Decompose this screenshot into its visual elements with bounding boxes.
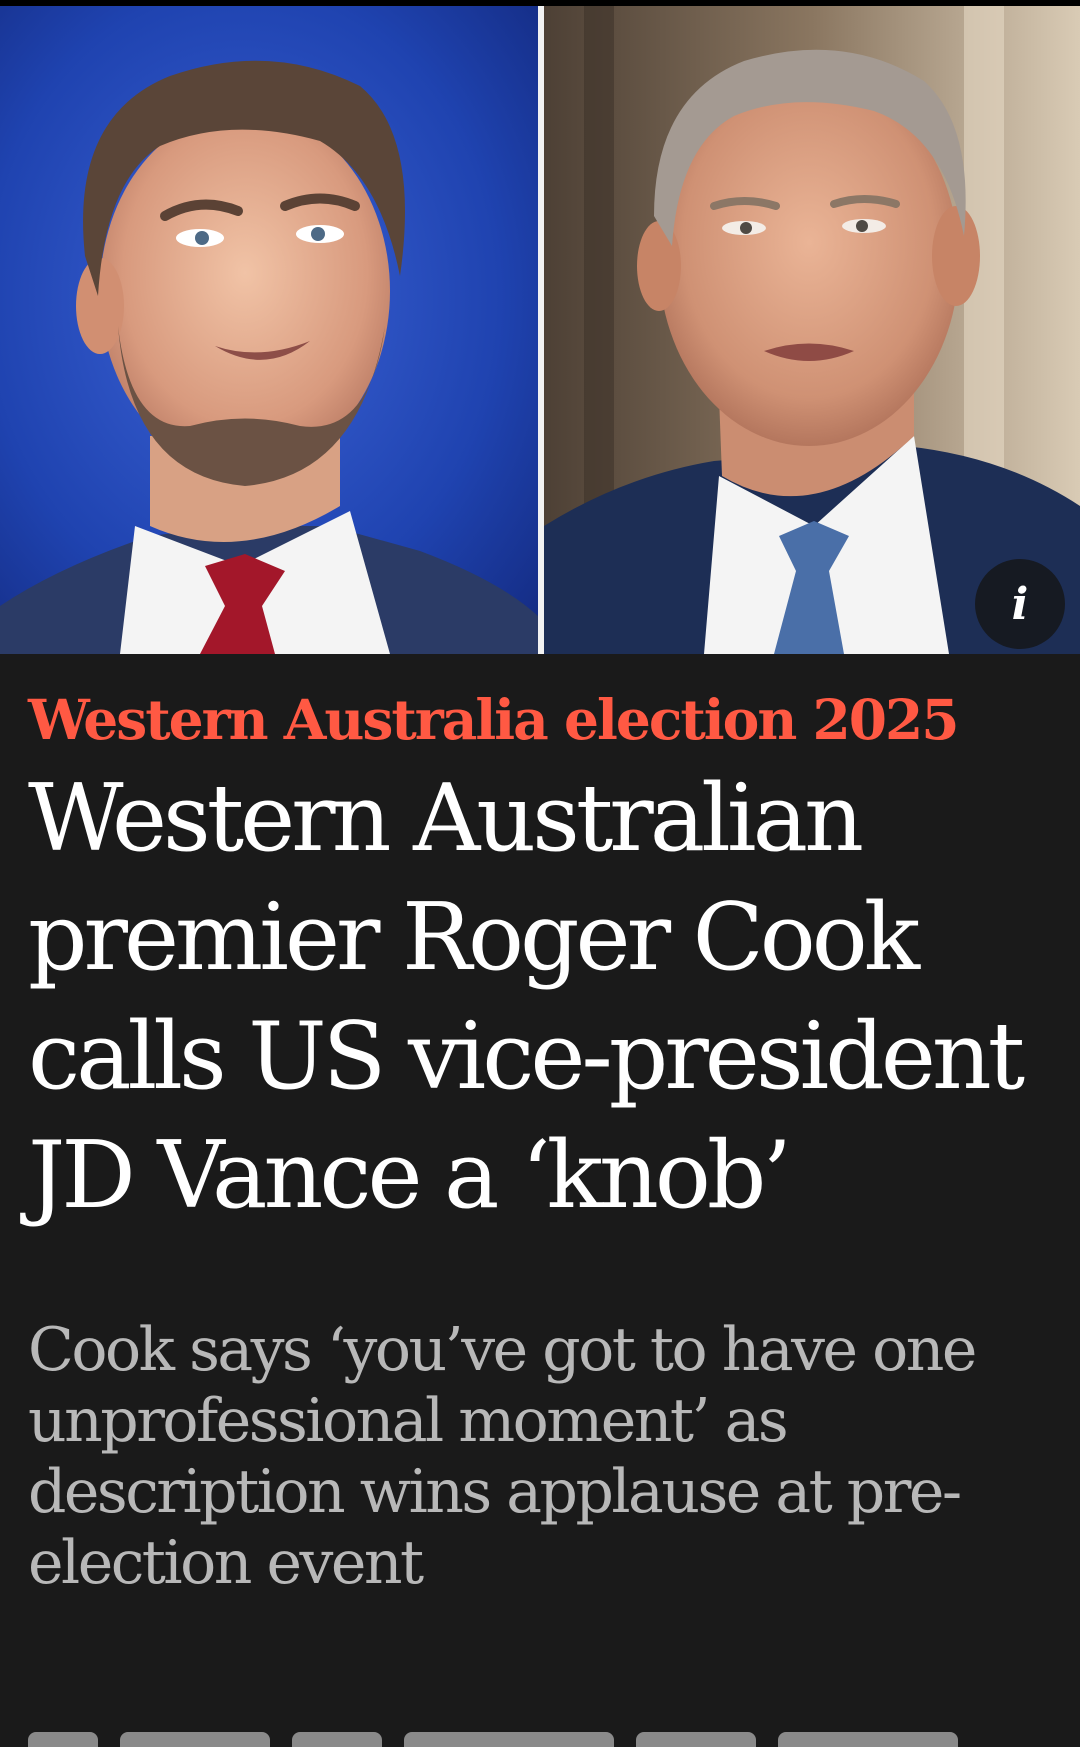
photo-right <box>544 6 1080 654</box>
section-kicker[interactable]: Western Australia election 2025 <box>28 689 1058 751</box>
info-button[interactable]: i <box>975 559 1065 649</box>
photo-left <box>0 6 538 654</box>
hero-image[interactable]: i <box>0 6 1080 654</box>
headline: Western Australian premier Roger Cook ca… <box>28 763 1025 1229</box>
next-line-cutoff <box>28 1728 1048 1747</box>
article-header: Western Australia election 2025 Western … <box>28 654 1058 1599</box>
info-icon: i <box>1011 578 1029 630</box>
standfirst: Cook says ‘you’ve got to have one unprof… <box>28 1314 977 1598</box>
